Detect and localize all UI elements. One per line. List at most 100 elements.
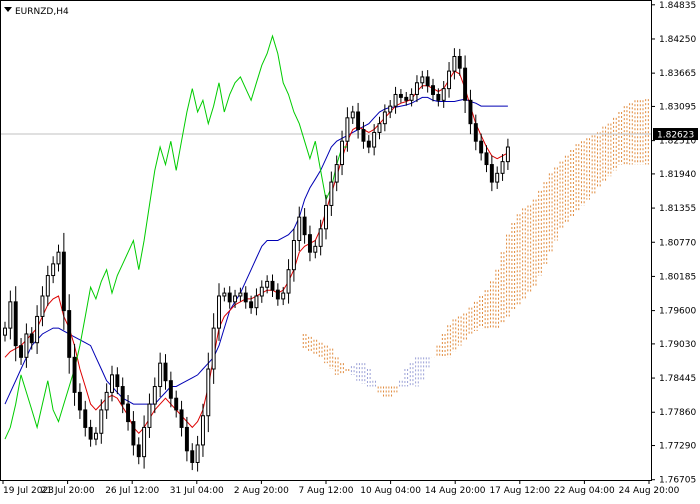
y-tick-label: 1.79600 bbox=[659, 307, 696, 317]
candle-body bbox=[77, 391, 82, 411]
candle-body bbox=[217, 295, 221, 329]
y-tick-label: 1.78445 bbox=[659, 374, 696, 384]
candle-body bbox=[500, 161, 505, 174]
x-tick-label: 2 Aug 20:00 bbox=[234, 486, 289, 496]
candle-body bbox=[67, 310, 72, 358]
candle-body bbox=[441, 88, 446, 101]
candle-body bbox=[147, 403, 152, 428]
candle-body bbox=[142, 426, 147, 458]
candle-body bbox=[259, 286, 264, 297]
candle-body bbox=[324, 204, 328, 230]
candle-body bbox=[29, 333, 34, 344]
candle-body bbox=[110, 374, 114, 393]
candle-body bbox=[447, 70, 452, 90]
candle-body bbox=[361, 129, 366, 142]
candle-body bbox=[345, 117, 350, 142]
candle-body bbox=[163, 362, 168, 382]
candle-body bbox=[313, 245, 318, 253]
candle-body bbox=[318, 228, 323, 247]
x-tick-label: 24 Aug 20:00 bbox=[619, 486, 680, 496]
candle-body bbox=[420, 76, 425, 84]
candle-body bbox=[126, 403, 131, 423]
candle-body bbox=[372, 131, 377, 148]
y-axis: 1.848351.842501.836651.830951.825101.819… bbox=[651, 1, 696, 486]
candle-body bbox=[457, 55, 462, 69]
candle-body bbox=[200, 415, 205, 446]
x-tick-label: 31 Jul 04:00 bbox=[170, 486, 224, 496]
candle-body bbox=[56, 251, 61, 265]
x-tick-label: 21 Jul 20:00 bbox=[41, 486, 95, 496]
candle-body bbox=[329, 181, 334, 206]
candle-body bbox=[8, 301, 13, 329]
symbol-label: EURNZD,H4 bbox=[15, 7, 69, 17]
candle-body bbox=[484, 152, 489, 166]
candle-body bbox=[19, 345, 24, 358]
x-tick-label: 10 Aug 04:00 bbox=[360, 486, 421, 496]
chart-root: 1.84835 1.84250 1.83665 1.83095 1.82510 1.819… bbox=[0, 0, 700, 500]
candle-body bbox=[174, 397, 179, 411]
candle-body bbox=[24, 333, 29, 358]
y-tick-label: 1.77860 bbox=[659, 408, 696, 418]
candle-body bbox=[436, 93, 441, 101]
candle-body bbox=[184, 426, 189, 452]
y-tick-label: 1.80185 bbox=[659, 272, 696, 282]
candle-body bbox=[334, 164, 339, 183]
candle-body bbox=[291, 240, 296, 271]
candle-body bbox=[104, 391, 109, 411]
candle-body bbox=[131, 421, 136, 446]
candle-body bbox=[275, 289, 280, 300]
candle-body bbox=[83, 409, 88, 428]
candle-body bbox=[61, 251, 66, 312]
y-tick-label: 1.83095 bbox=[659, 102, 696, 112]
candle-body bbox=[152, 386, 157, 405]
candle-body bbox=[452, 55, 457, 72]
x-axis: 19 Jul 202321 Jul 20:00 26 Jul 12:00 31 Ju… bbox=[2, 480, 680, 496]
candle-body bbox=[377, 123, 382, 133]
candle-body bbox=[115, 374, 120, 388]
plot-frame bbox=[0, 0, 652, 481]
current-price-box: 1.82623 bbox=[653, 128, 698, 141]
candle-body bbox=[238, 292, 243, 297]
y-tick-label: 1.81940 bbox=[659, 170, 696, 180]
candle-body bbox=[211, 327, 216, 370]
candle-body bbox=[227, 292, 232, 303]
candle-body bbox=[3, 327, 7, 336]
candle-body bbox=[414, 82, 419, 95]
candle-body bbox=[281, 292, 286, 300]
candle-body bbox=[13, 301, 18, 347]
y-tick-label: 1.81355 bbox=[659, 204, 696, 214]
candle-body bbox=[431, 85, 435, 95]
candle-body bbox=[179, 409, 184, 428]
candle-body bbox=[463, 67, 468, 101]
candle-body bbox=[388, 105, 393, 113]
candle-body bbox=[136, 444, 141, 458]
candle-body bbox=[366, 140, 371, 148]
y-tick-label: 1.84250 bbox=[659, 35, 696, 45]
y-tick-label: 1.77290 bbox=[659, 442, 696, 452]
candle-body bbox=[195, 444, 200, 463]
x-tick-label: 26 Jul 12:00 bbox=[105, 486, 159, 496]
candle-body bbox=[505, 146, 510, 163]
candle-body bbox=[51, 263, 56, 277]
candle-body bbox=[297, 216, 302, 241]
candle-body bbox=[206, 368, 211, 417]
y-tick-label: 1.83665 bbox=[659, 69, 696, 79]
x-tick-label: 17 Aug 12:00 bbox=[489, 486, 550, 496]
x-tick-label: 22 Aug 04:00 bbox=[554, 486, 615, 496]
candle-body bbox=[99, 409, 104, 434]
candle-body bbox=[88, 426, 93, 440]
candle-body bbox=[495, 172, 500, 183]
candle-body bbox=[393, 93, 398, 107]
candle-body bbox=[233, 295, 238, 303]
x-tick-label: 7 Aug 12:00 bbox=[299, 486, 354, 496]
candle-body bbox=[479, 140, 484, 154]
candle-body bbox=[340, 140, 345, 166]
y-tick-label: 1.80770 bbox=[659, 238, 696, 248]
y-tick-label: 1.79030 bbox=[659, 340, 696, 350]
candle-body bbox=[168, 380, 173, 399]
candle-body bbox=[473, 123, 478, 142]
candle-body bbox=[489, 164, 494, 183]
candle-body bbox=[398, 93, 403, 98]
candle-body bbox=[222, 292, 227, 297]
candle-body bbox=[468, 99, 473, 125]
